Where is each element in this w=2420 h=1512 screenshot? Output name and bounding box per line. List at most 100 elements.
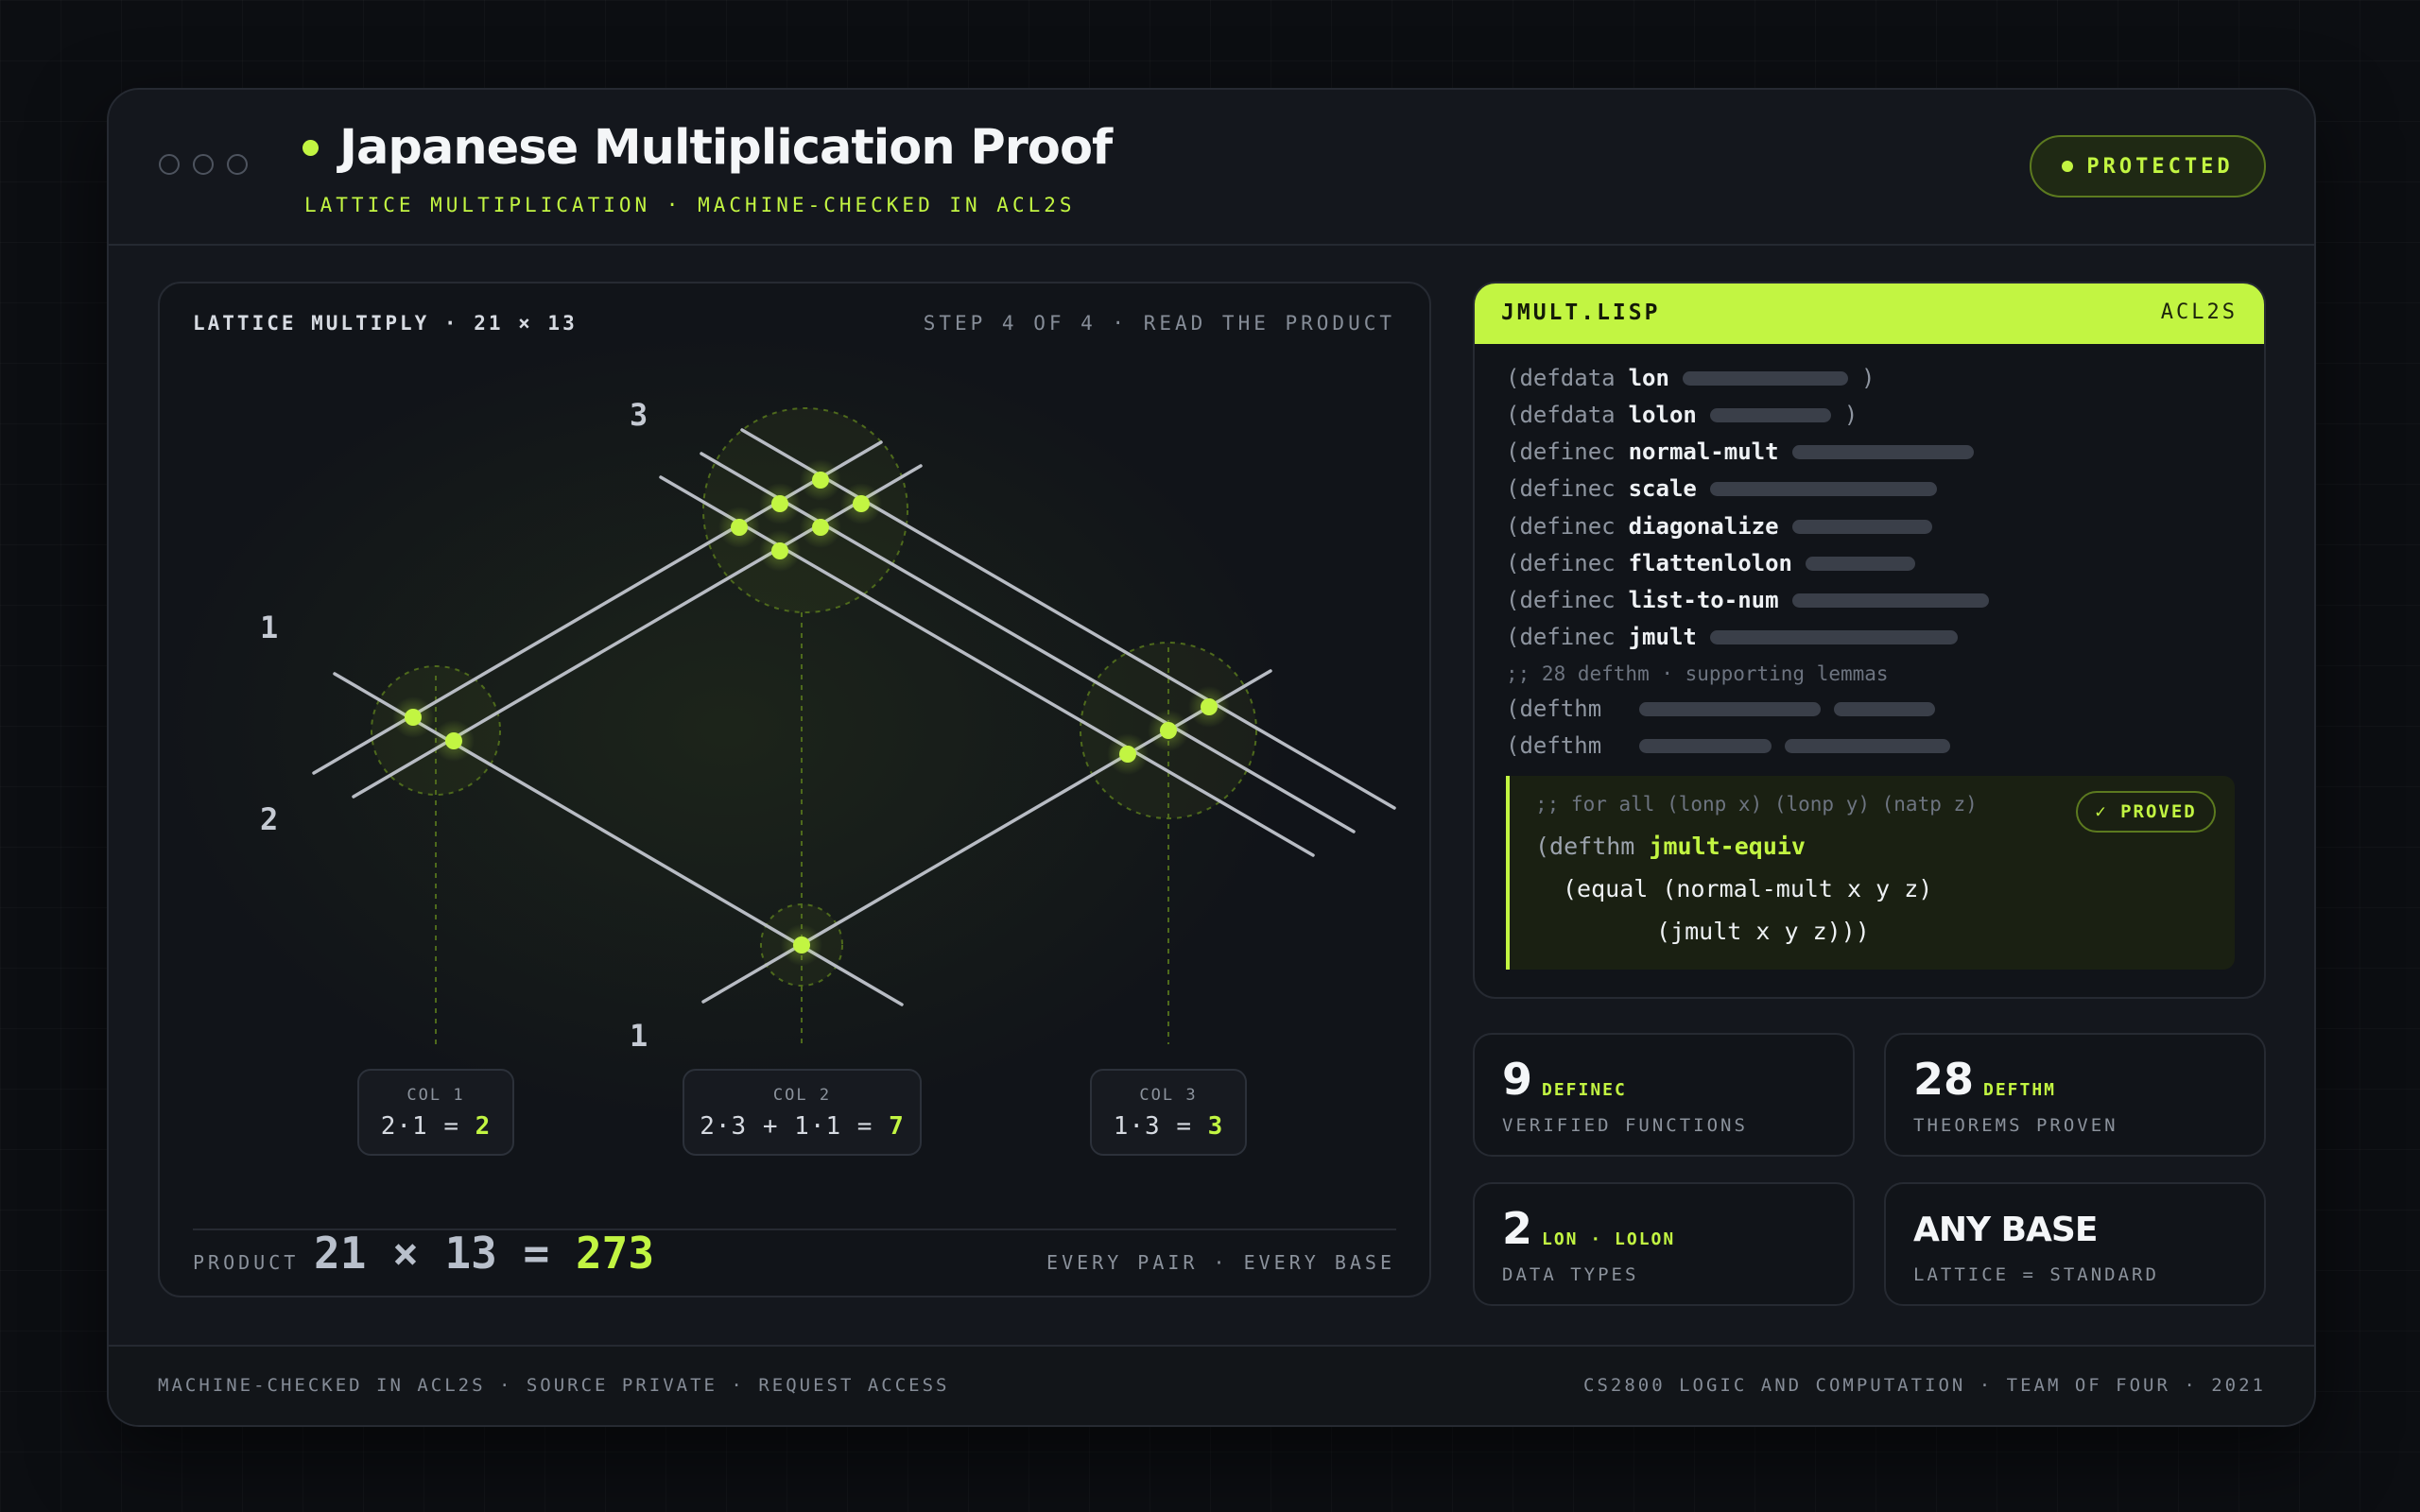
code-line: (definec flattenlolon	[1506, 550, 1915, 576]
column-label: COL 1	[406, 1086, 465, 1105]
theorem-keyword: (defthm	[1535, 833, 1650, 860]
window-controls	[159, 154, 248, 175]
intersection-point	[1107, 733, 1149, 775]
code-keyword: (definec	[1506, 438, 1616, 465]
code-name: flattenlolon	[1628, 550, 1792, 576]
stat-label: LATTICE = STANDARD	[1913, 1264, 2159, 1285]
digit-label: 2	[260, 801, 278, 837]
stat-card-base: ANY BASE LATTICE = STANDARD	[1884, 1182, 2266, 1306]
column-expression: 1·3 =	[1113, 1112, 1208, 1141]
code-keyword: (defdata	[1506, 402, 1616, 428]
code-name: list-to-num	[1628, 587, 1779, 613]
redacted-bar	[1791, 593, 1989, 608]
product-expression: 21 × 13 =	[314, 1228, 576, 1279]
theorem-line: (jmult x y z)))	[1656, 918, 1870, 945]
badge-dot-icon	[2062, 161, 2074, 172]
redacted-bar	[1639, 701, 1822, 716]
code-close: )	[1860, 365, 1876, 391]
page-subtitle: LATTICE MULTIPLICATION · MACHINE-CHECKED…	[304, 194, 1076, 216]
code-keyword: (definec	[1506, 624, 1616, 650]
code-filename: JMULT.LISP	[1501, 301, 1661, 325]
code-line: (defthm	[1506, 696, 1936, 722]
intersection-point	[759, 483, 801, 524]
intersection-point	[800, 507, 841, 548]
column-value: 7	[889, 1112, 905, 1141]
minimize-dot[interactable]	[193, 154, 214, 175]
code-close: )	[1843, 402, 1858, 428]
stat-card-theorems: 28 DEFTHM THEOREMS PROVEN	[1884, 1033, 2266, 1157]
intersection-point	[800, 459, 841, 501]
code-line: (definec scale	[1506, 475, 1937, 502]
code-keyword: (defdata	[1506, 365, 1616, 391]
code-keyword: (defthm	[1506, 696, 1602, 722]
code-name: scale	[1628, 475, 1697, 502]
code-panel: JMULT.LISP ACL2S (defdata lon) (defdata lo…	[1473, 282, 2266, 999]
column-sum-1: COL 1 2·1 = 2	[357, 1069, 514, 1156]
code-name: jmult	[1628, 624, 1697, 650]
column-expression: 2·3 + 1·1 =	[700, 1112, 890, 1141]
status-dot-icon	[302, 140, 319, 156]
intersection-point	[759, 530, 801, 572]
maximize-dot[interactable]	[227, 154, 248, 175]
code-line: (defthm	[1506, 732, 1951, 759]
code-line: (definec diagonalize	[1506, 513, 1932, 540]
redacted-bar	[1639, 738, 1772, 753]
stat-value: ANY BASE	[1913, 1211, 2098, 1249]
theorem-block: ;; for all (lonp x) (lonp y) (natp z) (d…	[1506, 776, 2235, 970]
window-footer: MACHINE-CHECKED IN ACL2S · SOURCE PRIVAT…	[109, 1345, 2314, 1425]
stat-tag: LON · LOLON	[1542, 1229, 1676, 1249]
column-value: 2	[475, 1112, 492, 1141]
redacted-bar	[1791, 444, 1974, 459]
product-label: PRODUCT	[193, 1251, 300, 1274]
code-panel-header: JMULT.LISP ACL2S	[1475, 284, 2264, 344]
proved-badge: ✓ PROVED	[2076, 791, 2216, 833]
code-name: normal-mult	[1628, 438, 1779, 465]
code-name: lon	[1628, 365, 1669, 391]
digit-label: 1	[630, 1018, 648, 1054]
stat-card-datatypes: 2 LON · LOLON DATA TYPES	[1473, 1182, 1855, 1306]
stat-label: THEOREMS PROVEN	[1913, 1115, 2118, 1136]
stat-value: 2	[1502, 1203, 1533, 1254]
window-header: Japanese Multiplication Proof LATTICE MU…	[109, 90, 2314, 246]
code-line: (defdata lolon)	[1506, 402, 1858, 428]
stat-label: DATA TYPES	[1502, 1264, 1639, 1285]
app-window: Japanese Multiplication Proof LATTICE MU…	[107, 88, 2316, 1427]
code-name: lolon	[1628, 402, 1697, 428]
intersection-point	[781, 924, 822, 966]
column-expression: 2·1 =	[380, 1112, 475, 1141]
code-line: (definec list-to-num	[1506, 587, 1989, 613]
code-keyword: (definec	[1506, 513, 1616, 540]
code-line: (definec jmult	[1506, 624, 1958, 650]
protected-badge-label: PROTECTED	[2086, 154, 2234, 179]
footer-right: CS2800 LOGIC AND COMPUTATION · TEAM OF F…	[1583, 1375, 2266, 1396]
product-value: 273	[575, 1228, 655, 1279]
column-sum-3: COL 3 1·3 = 3	[1090, 1069, 1247, 1156]
column-label: COL 3	[1139, 1086, 1198, 1105]
protected-badge: PROTECTED	[2030, 135, 2266, 198]
redacted-bar	[1834, 701, 1936, 716]
close-dot[interactable]	[159, 154, 180, 175]
intersection-point	[1148, 710, 1189, 751]
code-keyword: (defthm	[1506, 732, 1602, 759]
intersection-point	[1188, 686, 1230, 728]
product-footnote: EVERY PAIR · EVERY BASE	[1046, 1251, 1395, 1274]
intersection-point	[718, 507, 760, 548]
title-row: Japanese Multiplication Proof	[302, 120, 1113, 176]
redacted-bar	[1791, 519, 1932, 534]
code-name: diagonalize	[1628, 513, 1779, 540]
redacted-bar	[1682, 370, 1848, 386]
code-keyword: (definec	[1506, 587, 1616, 613]
stat-label: VERIFIED FUNCTIONS	[1502, 1115, 1748, 1136]
page-title: Japanese Multiplication Proof	[339, 120, 1113, 176]
stat-tag: DEFINEC	[1542, 1080, 1627, 1100]
intersection-point	[840, 483, 882, 524]
intersection-point	[392, 696, 434, 738]
code-comment: ;; 28 defthm · supporting lemmas	[1506, 662, 1889, 685]
column-value: 3	[1207, 1112, 1224, 1141]
redacted-bar	[1785, 738, 1951, 753]
code-line: (definec normal-mult	[1506, 438, 1974, 465]
code-language: ACL2S	[2160, 301, 2238, 324]
intersection-point	[433, 720, 475, 762]
redacted-bar	[1805, 556, 1915, 571]
column-label: COL 2	[772, 1086, 832, 1105]
